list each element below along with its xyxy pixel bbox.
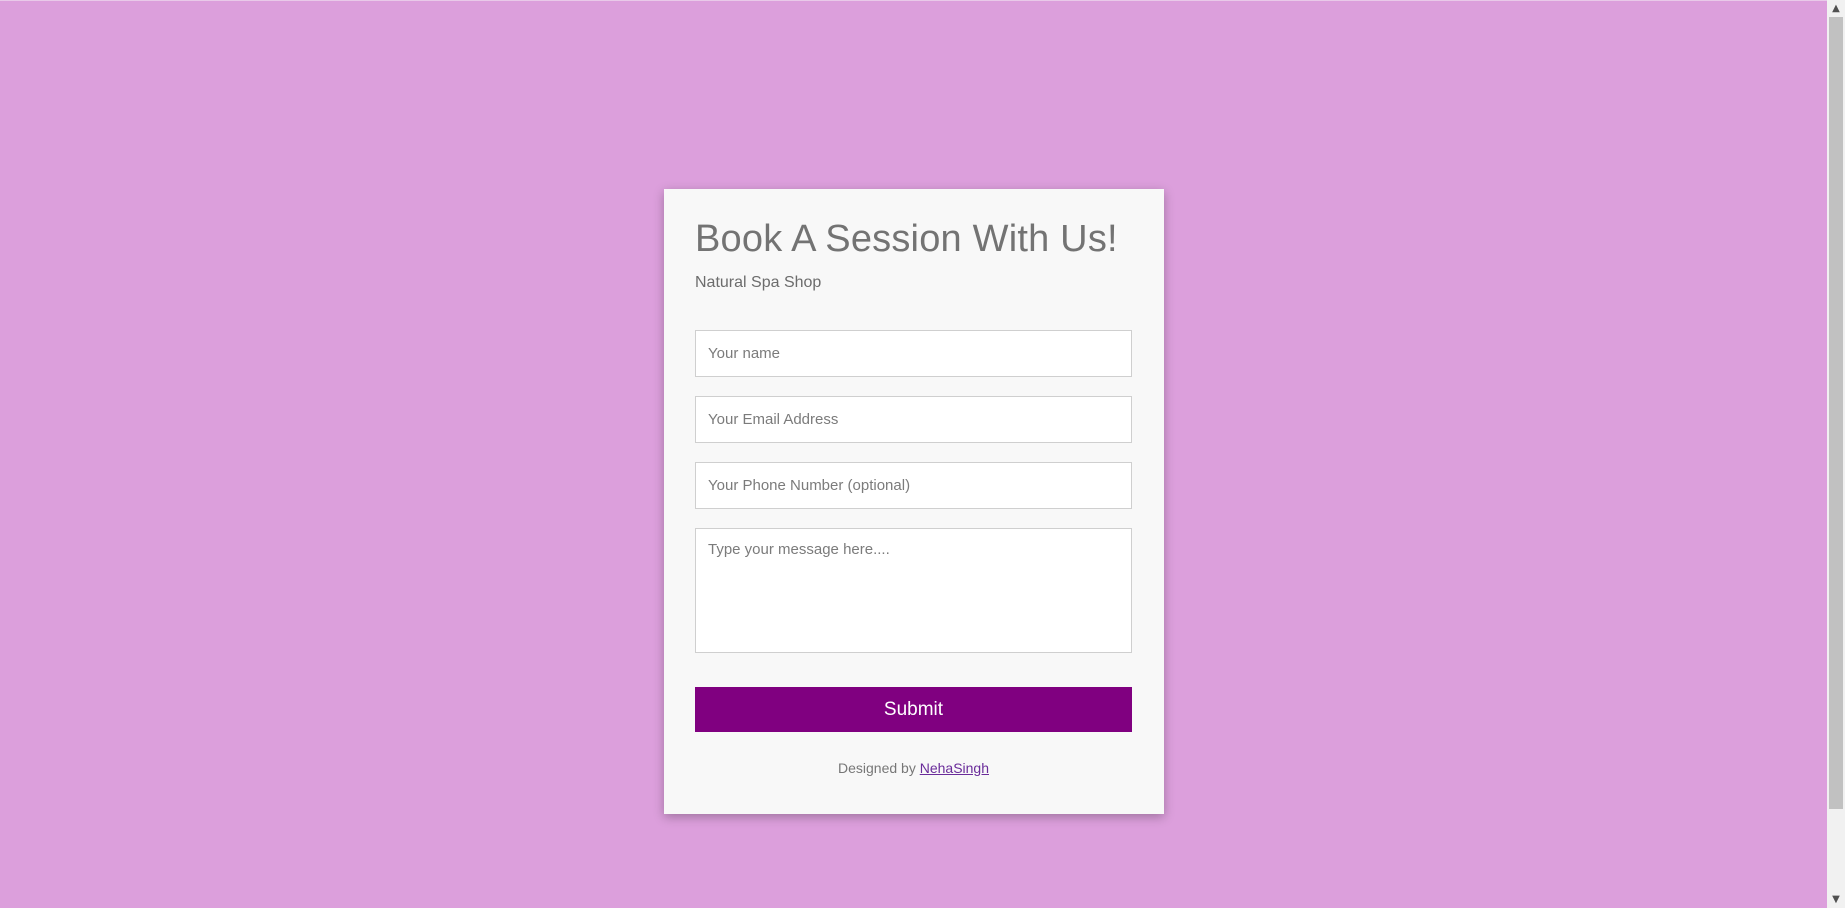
submit-button[interactable]: Submit — [695, 687, 1132, 732]
message-textarea[interactable] — [695, 528, 1132, 653]
page-scrollbar[interactable]: ▲ ▼ — [1827, 0, 1845, 908]
name-input[interactable] — [695, 330, 1132, 377]
scrollbar-thumb[interactable] — [1829, 17, 1843, 809]
chevron-down-icon[interactable]: ▼ — [1827, 891, 1845, 908]
phone-input[interactable] — [695, 462, 1132, 509]
author-link[interactable]: NehaSingh — [920, 760, 989, 776]
footer-prefix: Designed by — [838, 760, 916, 776]
chevron-up-icon[interactable]: ▲ — [1827, 0, 1845, 17]
footer-credit: Designed by NehaSingh — [695, 760, 1132, 776]
top-border — [0, 0, 1827, 1]
page-subtitle: Natural Spa Shop — [695, 274, 822, 291]
email-input[interactable] — [695, 396, 1132, 443]
booking-form-card: Book A Session With Us! Natural Spa Shop… — [664, 189, 1164, 814]
page-title: Book A Session With Us! — [695, 218, 1118, 260]
